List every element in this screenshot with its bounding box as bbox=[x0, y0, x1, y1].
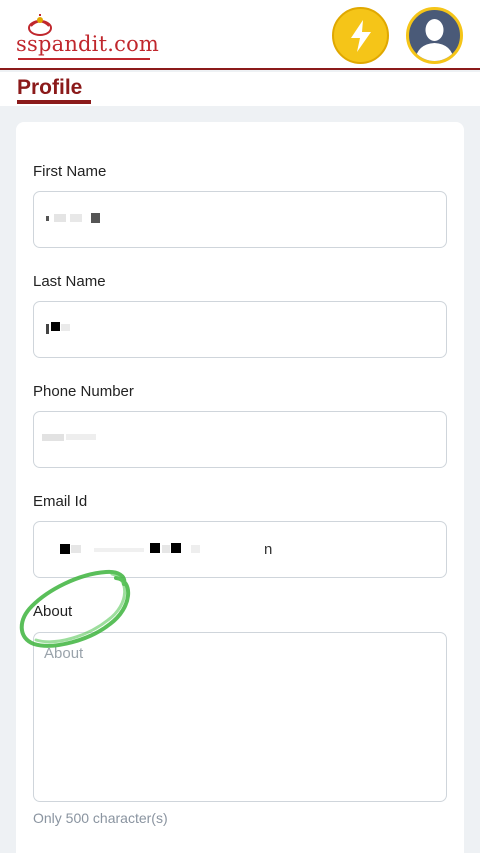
lightning-icon bbox=[350, 19, 371, 52]
flash-button[interactable] bbox=[332, 7, 389, 64]
profile-form-card: First Name Last Name Phone Number Email … bbox=[16, 122, 464, 853]
redacted-mark bbox=[171, 543, 181, 553]
redacted-mark bbox=[54, 214, 66, 222]
redacted-mark bbox=[71, 545, 81, 553]
redacted-mark bbox=[162, 545, 170, 553]
about-textarea[interactable] bbox=[33, 632, 447, 802]
app-header: sspandit.com bbox=[0, 0, 480, 70]
user-avatar[interactable] bbox=[406, 7, 463, 64]
first-name-field[interactable] bbox=[33, 191, 447, 248]
about-character-hint: Only 500 character(s) bbox=[33, 810, 168, 826]
redacted-mark bbox=[46, 324, 49, 334]
redacted-mark bbox=[61, 324, 70, 331]
redacted-mark bbox=[51, 322, 60, 331]
email-suffix: n bbox=[264, 541, 273, 558]
redacted-mark bbox=[46, 216, 49, 221]
user-avatar-icon bbox=[415, 19, 454, 61]
redacted-mark bbox=[150, 543, 160, 553]
page-title-tab: Profile bbox=[0, 72, 480, 106]
redacted-mark bbox=[42, 434, 64, 441]
redacted-mark bbox=[191, 545, 200, 553]
page-title: Profile bbox=[17, 76, 83, 99]
redacted-mark bbox=[70, 214, 82, 222]
page-title-underline bbox=[17, 100, 91, 104]
last-name-field[interactable] bbox=[33, 301, 447, 358]
first-name-label: First Name bbox=[33, 163, 107, 180]
redacted-mark bbox=[91, 213, 100, 223]
site-logo[interactable]: sspandit.com bbox=[16, 14, 160, 60]
about-label: About bbox=[33, 603, 73, 620]
last-name-label: Last Name bbox=[33, 273, 106, 290]
phone-number-field[interactable] bbox=[33, 411, 447, 468]
logo-underline bbox=[18, 58, 150, 60]
logo-text: sspandit.com bbox=[16, 32, 160, 56]
redacted-mark bbox=[60, 544, 70, 554]
email-id-field[interactable]: n bbox=[33, 521, 447, 578]
email-id-label: Email Id bbox=[33, 493, 88, 510]
redacted-mark bbox=[94, 548, 144, 552]
redacted-mark bbox=[66, 434, 96, 440]
phone-number-label: Phone Number bbox=[33, 383, 134, 400]
